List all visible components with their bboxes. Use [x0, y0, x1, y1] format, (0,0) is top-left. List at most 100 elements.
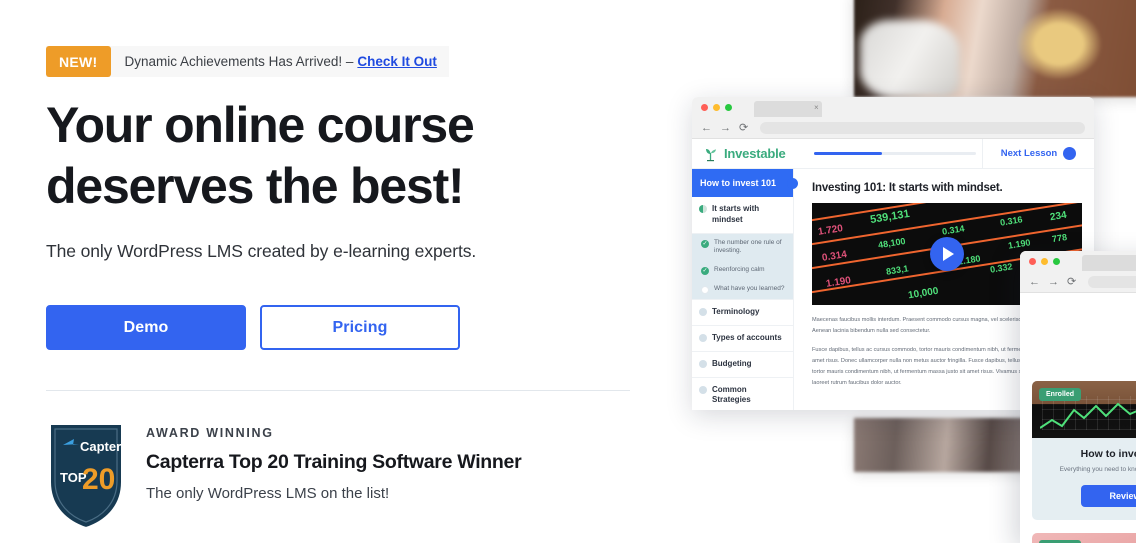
- sidebar-item-it-starts-with-mindset[interactable]: It starts with mindset: [692, 197, 793, 234]
- award-kicker: AWARD WINNING: [146, 426, 274, 440]
- forward-icon[interactable]: →: [1048, 276, 1059, 288]
- minimize-icon[interactable]: [713, 104, 720, 111]
- maximize-icon[interactable]: [725, 104, 732, 111]
- course-card-secondary[interactable]: Enrolled: [1032, 533, 1136, 543]
- sidebar-item-reenforcing-calm[interactable]: ✓ Reenforcing calm: [692, 261, 793, 281]
- lesson-label: Reenforcing calm: [714, 266, 765, 274]
- lesson-label: The number one rule of investing.: [714, 238, 782, 255]
- tab-close-icon[interactable]: ×: [814, 103, 819, 112]
- lesson-heading: Investing 101: It starts with mindset.: [812, 182, 1003, 194]
- capterra-badge-icon: Capterra TOP 20: [46, 420, 134, 532]
- course-progress: [808, 152, 982, 155]
- ticker-value: 833,1: [885, 263, 910, 277]
- background-photo-bottom: [854, 418, 1046, 472]
- svg-text:Capterra: Capterra: [80, 439, 126, 454]
- ticker-value: 234: [1049, 209, 1068, 224]
- address-bar[interactable]: [760, 122, 1085, 134]
- browser-window-secondary: ← → ⟳ Enrolled How to invest 101 E: [1020, 251, 1136, 543]
- progress-dot-icon: [699, 205, 707, 213]
- sidebar-item-terminology[interactable]: Terminology: [692, 300, 793, 326]
- browser-tab[interactable]: [1082, 255, 1136, 271]
- pricing-button[interactable]: Pricing: [260, 305, 460, 350]
- brand-name: Investable: [724, 146, 786, 161]
- headline-line-1: Your online course: [46, 97, 475, 153]
- lesson-label: Common Strategies: [712, 384, 751, 405]
- background-photo-top: [854, 0, 1136, 97]
- close-icon[interactable]: [1029, 258, 1036, 265]
- course-card-title: How to invest 101: [1080, 448, 1136, 460]
- ticker-value: 10,000: [907, 285, 940, 302]
- window-controls[interactable]: [1029, 258, 1060, 265]
- ticker-value: 1.720: [817, 223, 844, 238]
- lesson-sidebar: How to invest 101 It starts with mindset…: [692, 169, 798, 410]
- check-it-out-link[interactable]: Check It Out: [357, 54, 437, 69]
- announcement-message: Dynamic Achievements Has Arrived! –: [124, 54, 354, 69]
- locked-dot-icon: [699, 333, 707, 342]
- hero-page: NEW! Dynamic Achievements Has Arrived! –…: [0, 0, 1136, 543]
- window-controls[interactable]: [701, 104, 732, 111]
- award-text-block: AWARD WINNING Capterra Top 20 Training S…: [146, 420, 522, 532]
- course-card-body: How to invest 101 Everything you need to…: [1032, 438, 1136, 520]
- lesson-subitems-group: ✓ The number one rule of investing. ✓ Re…: [692, 233, 793, 301]
- arrow-right-icon: ➜: [1063, 147, 1077, 160]
- sprout-icon: [706, 148, 716, 161]
- reload-icon[interactable]: ⟳: [1067, 276, 1076, 288]
- play-button-icon[interactable]: [930, 237, 964, 271]
- maximize-icon[interactable]: [1053, 258, 1060, 265]
- ticker-value: 0.332: [989, 261, 1014, 275]
- lesson-label: What have you learned?: [714, 285, 785, 293]
- address-bar[interactable]: [1088, 276, 1136, 288]
- sidebar-item-what-have-you-learned[interactable]: What have you learned?: [692, 280, 793, 300]
- new-badge: NEW!: [46, 46, 111, 77]
- check-circle-icon: ✓: [701, 239, 709, 248]
- announcement-bar[interactable]: NEW! Dynamic Achievements Has Arrived! –…: [46, 46, 449, 77]
- ticker-value: 1.190: [825, 275, 852, 290]
- product-mockup: × ← → ⟳ Investable Next Lesson ➜ How to …: [646, 0, 1136, 543]
- reload-icon[interactable]: ⟳: [739, 122, 748, 134]
- close-icon[interactable]: [701, 104, 708, 111]
- ticker-value: 1.190: [1007, 237, 1032, 251]
- lesson-label: Budgeting: [712, 358, 752, 368]
- locked-dot-icon: [699, 308, 707, 317]
- browser-tab[interactable]: [754, 101, 822, 117]
- ticker-value: 48,100: [877, 235, 907, 251]
- ticker-value: 0.314: [941, 223, 966, 237]
- forward-icon[interactable]: →: [720, 122, 731, 134]
- next-lesson-button[interactable]: Next Lesson ➜: [982, 139, 1094, 168]
- ticker-value: 0.316: [999, 214, 1024, 228]
- progress-fill: [814, 152, 883, 155]
- empty-circle-icon: [701, 286, 709, 295]
- award-subtitle: The only WordPress LMS on the list!: [146, 485, 390, 502]
- ticker-value: 778: [1051, 231, 1068, 245]
- browser-chrome: ← → ⟳: [1020, 251, 1136, 293]
- minimize-icon[interactable]: [1041, 258, 1048, 265]
- browser-chrome: × ← → ⟳: [692, 97, 1094, 139]
- locked-dot-icon: [699, 385, 707, 394]
- announcement-text: Dynamic Achievements Has Arrived! – Chec…: [111, 46, 449, 77]
- sidebar-course-title[interactable]: How to invest 101: [692, 169, 798, 197]
- lesson-label: Terminology: [712, 307, 760, 317]
- back-icon[interactable]: ←: [701, 122, 712, 134]
- headline-line-2: deserves the best!: [46, 158, 465, 214]
- page-title: Your online course deserves the best!: [46, 100, 606, 211]
- course-card[interactable]: Enrolled How to invest 101 Everything yo…: [1032, 381, 1136, 521]
- demo-button[interactable]: Demo: [46, 305, 246, 350]
- browser-titlebar: [1020, 251, 1136, 272]
- browser-titlebar: ×: [692, 97, 1094, 118]
- review-button[interactable]: Review: [1081, 485, 1136, 508]
- sidebar-item-budgeting[interactable]: Budgeting: [692, 352, 793, 378]
- back-icon[interactable]: ←: [1029, 276, 1040, 288]
- svg-text:20: 20: [82, 463, 115, 496]
- sidebar-item-number-one-rule[interactable]: ✓ The number one rule of investing.: [692, 233, 793, 262]
- award-block: Capterra TOP 20 AWARD WINNING Capterra T…: [46, 420, 522, 532]
- check-circle-icon: ✓: [701, 267, 709, 276]
- browser-toolbar: ← → ⟳: [1020, 272, 1136, 292]
- next-lesson-label: Next Lesson: [1000, 148, 1058, 159]
- subheadline: The only WordPress LMS created by e-lear…: [46, 241, 477, 261]
- course-card-description: Everything you need to know about invest…: [1059, 466, 1136, 473]
- brand-logo[interactable]: Investable: [703, 146, 808, 162]
- sidebar-item-common-strategies[interactable]: Common Strategies: [692, 378, 793, 410]
- sidebar-item-types-of-accounts[interactable]: Types of accounts: [692, 326, 793, 352]
- chart-line-icon: [1040, 402, 1136, 429]
- enrolled-badge: Enrolled: [1039, 388, 1082, 401]
